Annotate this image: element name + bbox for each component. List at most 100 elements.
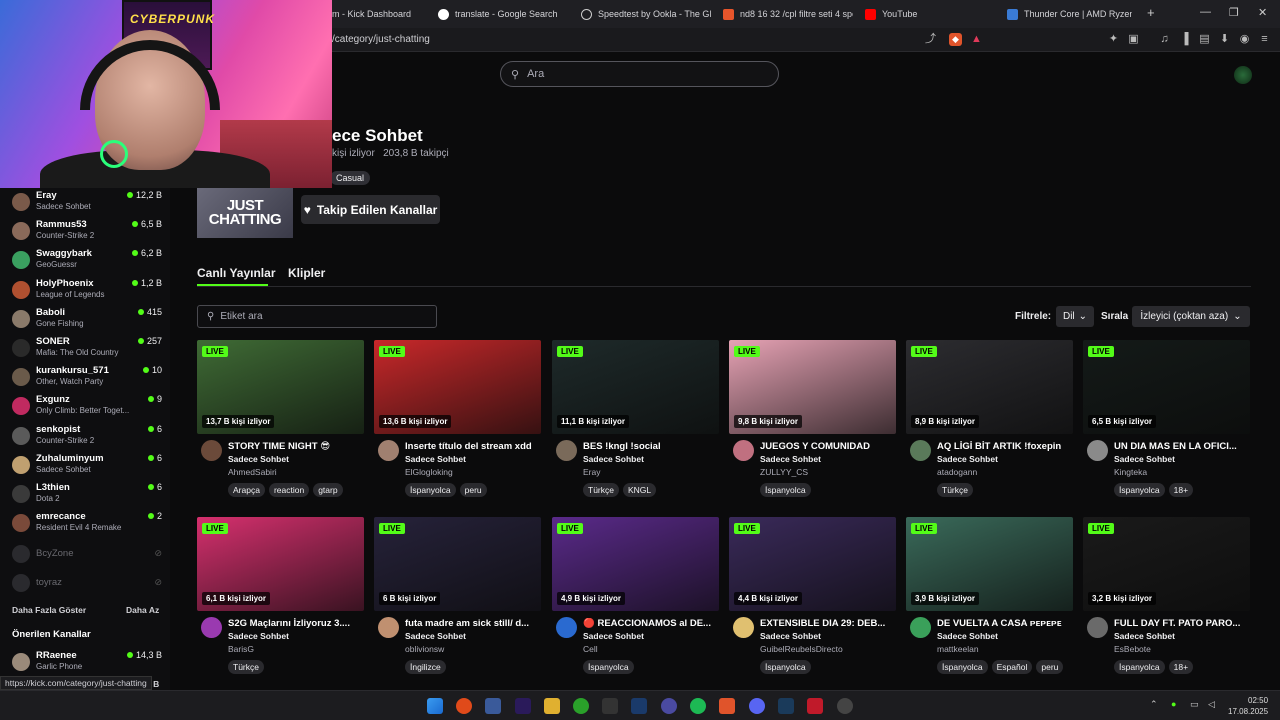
stream-title[interactable]: FULL DAY FT. PATO PARO... [1114, 618, 1248, 629]
stream-thumbnail[interactable]: LIVE 4,9 B kişi izliyor [552, 517, 719, 611]
stream-card[interactable]: LIVE 6 B kişi izliyor futa madre am sick… [374, 517, 541, 677]
stream-tag[interactable]: İspanyolca [1114, 660, 1165, 674]
stream-card[interactable]: LIVE 3,2 B kişi izliyor FULL DAY FT. PAT… [1083, 517, 1250, 677]
stream-thumbnail[interactable]: LIVE 6,5 B kişi izliyor [1083, 340, 1250, 434]
streamer-name[interactable]: EsBebote [1114, 644, 1151, 654]
discord-icon[interactable] [749, 698, 765, 714]
stream-card[interactable]: LIVE 3,9 B kişi izliyor DE VUELTA A CASA… [906, 517, 1073, 677]
stream-title[interactable]: DE VUELTA A CASA ᴘᴇᴘᴇᴘᴇ [937, 618, 1071, 629]
sidebar-channel[interactable]: Baboli Gone Fishing 415 [8, 305, 162, 333]
streamer-name[interactable]: ElGlogloking [405, 467, 453, 477]
stream-title[interactable]: STORY TIME NIGHT 😎 [228, 441, 362, 452]
stream-thumbnail[interactable]: LIVE 11,1 B kişi izliyor [552, 340, 719, 434]
recommended-channel[interactable]: RRaenee Garlic Phone 14,3 B [8, 648, 162, 676]
sidebar-channel[interactable]: senkopist Counter-Strike 2 6 [8, 422, 162, 450]
streamer-avatar[interactable] [378, 617, 399, 638]
streamer-avatar[interactable] [1087, 617, 1108, 638]
stream-category[interactable]: Sadece Sohbet [228, 631, 289, 641]
stream-category[interactable]: Sadece Sohbet [228, 454, 289, 464]
network-icon[interactable]: ▭ [1190, 699, 1199, 710]
close-icon[interactable]: ✕ [1258, 6, 1267, 19]
streamer-avatar[interactable] [1087, 440, 1108, 461]
user-avatar[interactable] [1234, 66, 1252, 84]
search-input[interactable]: Ara [527, 68, 544, 80]
tag-search-field[interactable]: ⚲ Etiket ara [197, 305, 437, 328]
browser-tab-speedtest[interactable]: Speedtest by Ookla - The Glob [581, 4, 711, 24]
obs-icon[interactable] [661, 698, 677, 714]
stream-tag[interactable]: Türkçe [228, 660, 264, 674]
stream-thumbnail[interactable]: LIVE 3,2 B kişi izliyor [1083, 517, 1250, 611]
show-more-link[interactable]: Daha Fazla Göster [12, 605, 86, 615]
streamer-avatar[interactable] [910, 617, 931, 638]
url-field[interactable]: /category/just-chatting [332, 34, 430, 45]
browser-tab-google[interactable]: translate - Google Search [438, 4, 568, 24]
sidebar-channel[interactable]: Rammus53 Counter-Strike 2 6,5 B [8, 217, 162, 245]
sidebar-channel[interactable]: SONER Mafia: The Old Country 257 [8, 334, 162, 362]
tag-search-input[interactable]: Etiket ara [220, 311, 262, 322]
stream-thumbnail[interactable]: LIVE 6,1 B kişi izliyor [197, 517, 364, 611]
stream-thumbnail[interactable]: LIVE 3,9 B kişi izliyor [906, 517, 1073, 611]
stream-card[interactable]: LIVE 6,1 B kişi izliyor S2G Maçlarını İz… [197, 517, 364, 677]
steam-client-icon[interactable] [778, 698, 794, 714]
stream-category[interactable]: Sadece Sohbet [583, 454, 644, 464]
browser-tab-shop[interactable]: nd8 16 32 /cpl filtre seti 4 spor [723, 4, 853, 24]
sidebar-channel[interactable]: HolyPhoenix League of Legends 1,2 B [8, 276, 162, 304]
stream-card[interactable]: LIVE 11,1 B kişi izliyor BES !kngl !soci… [552, 340, 719, 500]
streamer-avatar[interactable] [556, 440, 577, 461]
stream-category[interactable]: Sadece Sohbet [937, 631, 998, 641]
stream-thumbnail[interactable]: LIVE 8,9 B kişi izliyor [906, 340, 1073, 434]
streamer-avatar[interactable] [378, 440, 399, 461]
tab-clips[interactable]: Klipler [288, 266, 325, 280]
media-icon[interactable]: ♫ [1158, 33, 1171, 46]
computer-icon[interactable] [485, 698, 501, 714]
stream-title[interactable]: S2G Maçlarını İzliyoruz 3.... [228, 618, 362, 629]
epic-games-icon[interactable] [602, 698, 618, 714]
download-icon[interactable]: ⬇ [1218, 33, 1231, 46]
brave-icon[interactable] [719, 698, 735, 714]
app-red-icon[interactable] [807, 698, 823, 714]
stream-tag[interactable]: 18+ [1168, 660, 1194, 674]
streamer-avatar[interactable] [201, 440, 222, 461]
sidebar-channel[interactable]: Zuhaluminyum Sadece Sohbet 6 [8, 451, 162, 479]
clock[interactable]: 02:50 17.08.2025 [1228, 695, 1268, 717]
maximize-icon[interactable]: ❐ [1229, 6, 1239, 19]
new-tab-button[interactable]: + [1147, 5, 1155, 20]
stream-tag[interactable]: Türkçe [583, 483, 619, 497]
spotify-icon[interactable] [690, 698, 706, 714]
stream-category[interactable]: Sadece Sohbet [1114, 631, 1175, 641]
volume-icon[interactable]: ◁ [1208, 699, 1215, 710]
menu-icon[interactable]: ≡ [1258, 33, 1271, 46]
share-icon[interactable]: ⤴ [924, 33, 937, 46]
stream-tag[interactable]: peru [1036, 660, 1064, 674]
language-select[interactable]: Dil ⌄ [1056, 306, 1094, 327]
stream-category[interactable]: Sadece Sohbet [1114, 454, 1175, 464]
xbox-icon[interactable] [573, 698, 589, 714]
stream-tag[interactable]: KNGL [622, 483, 657, 497]
stream-title[interactable]: 🔴 REACCIONAMOS al DE... [583, 618, 717, 629]
stream-tag[interactable]: 18+ [1168, 483, 1194, 497]
stream-title[interactable]: JUEGOS Y COMUNIDAD [760, 441, 894, 452]
streamer-name[interactable]: ZULLYY_CS [760, 467, 808, 477]
sidebar-channel[interactable]: Swaggybark GeoGuessr 6,2 B [8, 246, 162, 274]
stream-tag[interactable]: Arapça [228, 483, 265, 497]
stream-card[interactable]: LIVE 9,8 B kişi izliyor JUEGOS Y COMUNID… [729, 340, 896, 500]
streamer-name[interactable]: oblivionsw [405, 644, 444, 654]
streamer-name[interactable]: BarisG [228, 644, 254, 654]
sidebar-channel[interactable]: L3thien Dota 2 6 [8, 480, 162, 508]
streamer-avatar[interactable] [733, 617, 754, 638]
stream-thumbnail[interactable]: LIVE 6 B kişi izliyor [374, 517, 541, 611]
stream-card[interactable]: LIVE 8,9 B kişi izliyor AQ LİGİ BİT ARTI… [906, 340, 1073, 500]
browser-tab-kick-dashboard[interactable]: m - Kick Dashboard [332, 4, 432, 24]
show-less-link[interactable]: Daha Az [126, 605, 159, 615]
wallet-icon[interactable]: ▤ [1198, 33, 1211, 46]
streamer-avatar[interactable] [556, 617, 577, 638]
stream-tag[interactable]: İspanyolca [760, 660, 811, 674]
browser-tab-thunder[interactable]: Thunder Core | AMD Ryzen 5 [1007, 4, 1132, 24]
stream-card[interactable]: LIVE 6,5 B kişi izliyor UN DIA MAS EN LA… [1083, 340, 1250, 500]
mic-icon[interactable]: ● [1171, 699, 1176, 709]
stream-thumbnail[interactable]: LIVE 9,8 B kişi izliyor [729, 340, 896, 434]
rewards-icon[interactable]: ▲ [970, 33, 983, 46]
stream-card[interactable]: LIVE 13,7 B kişi izliyor STORY TIME NIGH… [197, 340, 364, 500]
extension-icon[interactable]: ✦ [1107, 33, 1120, 46]
streamer-name[interactable]: mattkeelan [937, 644, 979, 654]
